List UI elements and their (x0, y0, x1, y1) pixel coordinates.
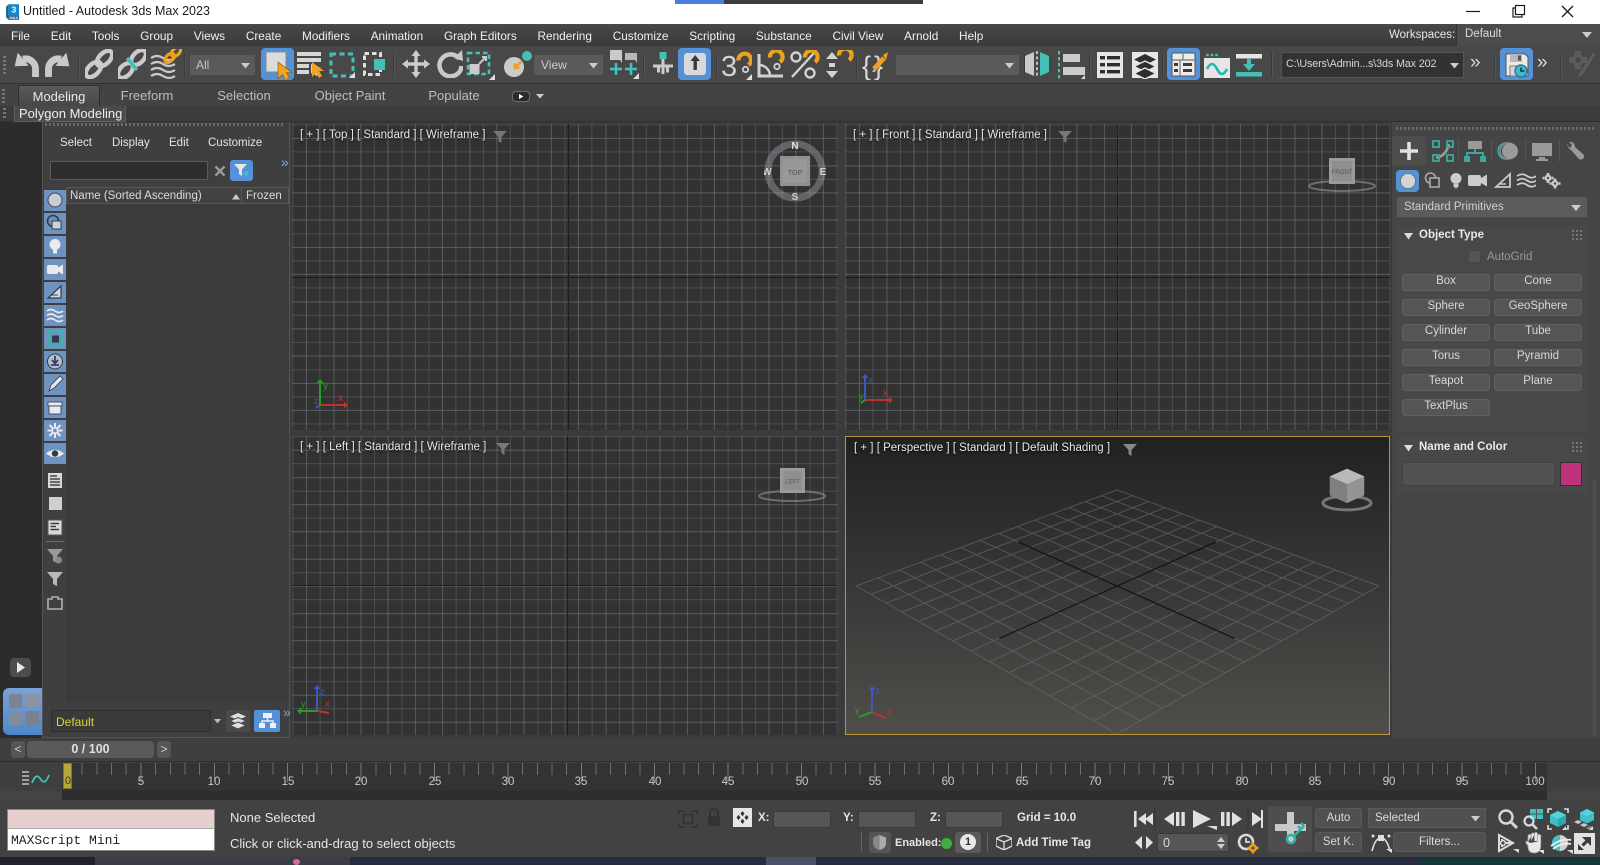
svg-text:y: y (323, 381, 328, 392)
svg-text:z: z (320, 687, 325, 698)
svg-text:z: z (314, 396, 319, 406)
svg-text:x: x (887, 706, 892, 717)
svg-text:TOP: TOP (788, 170, 803, 177)
svg-text:LEFT: LEFT (785, 480, 800, 486)
svg-text:y: y (855, 705, 860, 715)
svg-text:W: W (764, 167, 772, 178)
svg-text:x: x (338, 393, 343, 404)
svg-text:z: z (868, 376, 873, 387)
svg-text:FRONT: FRONT (1332, 170, 1353, 176)
svg-text:y: y (301, 699, 306, 709)
svg-text:{: { (862, 51, 871, 80)
svg-text:3: 3 (11, 5, 16, 15)
svg-text:N: N (791, 141, 798, 152)
svg-text:3: 3 (721, 51, 737, 80)
svg-text:E: E (820, 167, 826, 178)
svg-text:z: z (875, 686, 880, 697)
svg-text:MAX: MAX (9, 15, 18, 20)
svg-text:x: x (325, 699, 330, 710)
svg-text:x: x (883, 388, 888, 399)
svg-text:y: y (859, 391, 864, 401)
svg-text:S: S (792, 192, 799, 202)
